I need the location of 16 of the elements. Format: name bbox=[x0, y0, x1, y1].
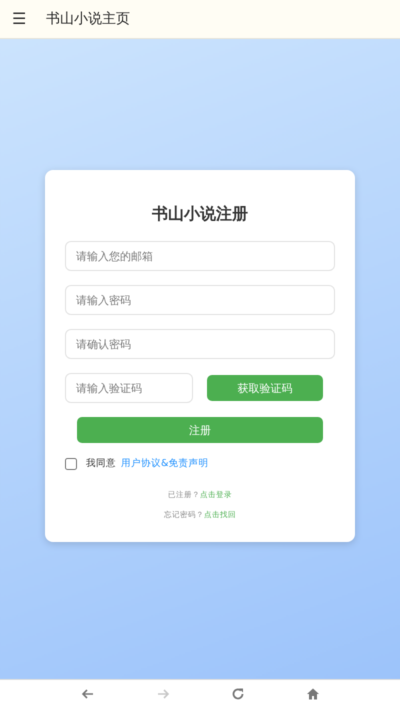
get-code-button[interactable]: 获取验证码 bbox=[207, 375, 323, 401]
agree-checkbox[interactable] bbox=[65, 458, 77, 470]
input-field[interactable]: 请确认密码 bbox=[65, 329, 335, 359]
reload-icon bbox=[230, 687, 244, 701]
menu-button[interactable]: ☰ bbox=[12, 9, 26, 29]
agree-label: 我同意 bbox=[86, 457, 116, 470]
input-field[interactable]: 请输入密码 bbox=[65, 285, 335, 315]
left-arrow-icon bbox=[80, 687, 94, 701]
terms-link[interactable]: 用户协议&免责声明 bbox=[121, 457, 208, 470]
right-arrow-icon bbox=[156, 687, 170, 701]
home-icon bbox=[306, 687, 320, 701]
code-field[interactable]: 请输入验证码 bbox=[65, 373, 193, 403]
form-title: 书山小说注册 bbox=[151, 204, 249, 225]
register-button[interactable]: 注册 bbox=[77, 417, 323, 443]
input-field[interactable]: 请输入您的邮箱 bbox=[65, 241, 335, 271]
page-title: 书山小说主页 bbox=[46, 10, 130, 28]
